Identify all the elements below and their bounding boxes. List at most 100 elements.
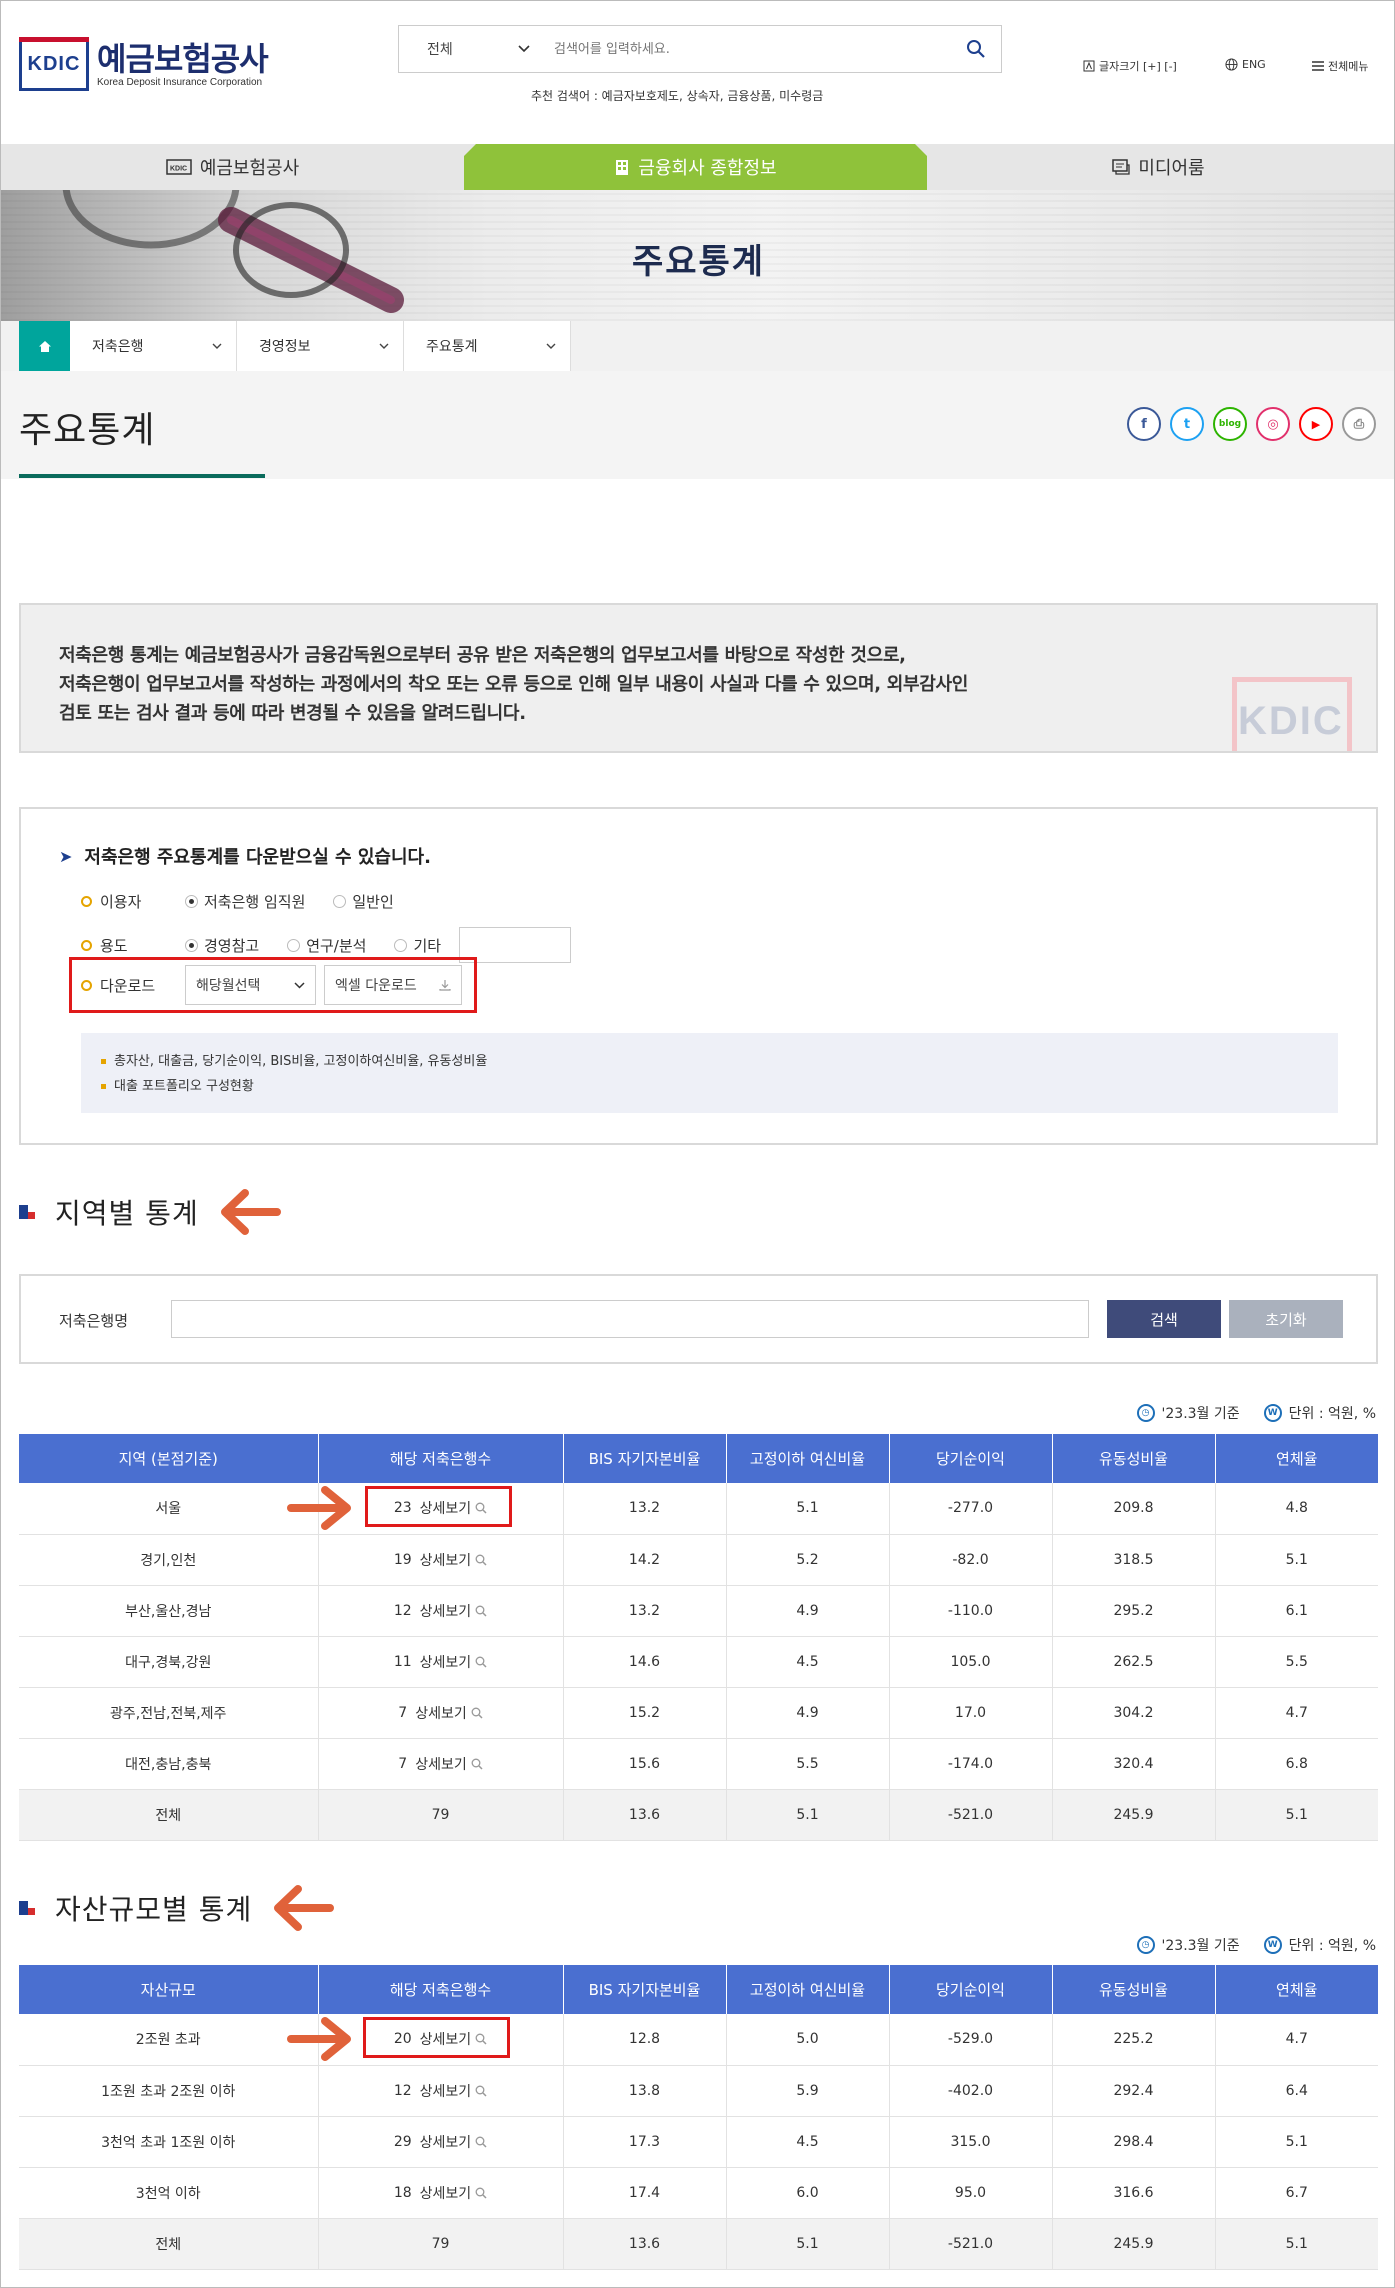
kdic-logo-mark: KDIC [19, 37, 89, 91]
search-scope-select[interactable]: 전체 [399, 39, 554, 59]
detail-view-label: 상세보기 [415, 1756, 467, 1773]
table-cell-bis: 13.6 [563, 1789, 727, 1841]
bullet-ring-icon [81, 896, 92, 907]
clock-icon: ◷ [1136, 1404, 1155, 1422]
breadcrumb-item-management-info[interactable]: 경영정보 [237, 321, 404, 371]
youtube-icon[interactable]: ▶ [1299, 407, 1333, 441]
search-input[interactable] [554, 41, 951, 57]
banner-title: 주요통계 [631, 242, 766, 282]
table-cell-delin: 5.1 [1215, 1789, 1378, 1841]
table-total-row: 전체 79 13.6 5.1 -521.0 245.9 5.1 [19, 1789, 1378, 1841]
gnb-item-financial-info[interactable]: 금융회사 종합정보 [464, 144, 927, 190]
gnb-item-kdic[interactable]: KDIC 예금보험공사 [1, 144, 464, 190]
table-cell-delin: 4.7 [1215, 1687, 1378, 1739]
breadcrumb-item-key-statistics[interactable]: 주요통계 [404, 321, 571, 371]
font-size-control[interactable]: 글자크기 [+] [-] [1083, 58, 1177, 74]
table-cell-delin: 4.8 [1215, 1483, 1378, 1535]
table-cell-liq: 245.9 [1052, 2218, 1216, 2270]
detail-view-link[interactable]: 상세보기 [420, 1550, 488, 1570]
table-cell-liq: 304.2 [1052, 1687, 1216, 1739]
table-cell-npl: 4.5 [726, 1636, 890, 1688]
table-cell-name: 대구,경북,강원 [19, 1636, 319, 1688]
reset-button[interactable]: 초기화 [1229, 1300, 1343, 1338]
table-cell-npl: 5.2 [726, 1534, 890, 1586]
column-header: 유동성비율 [1052, 1434, 1216, 1483]
bank-count: 12 [393, 1602, 412, 1619]
radio-management-reference[interactable]: 경영참고 [185, 935, 259, 956]
chevron-down-icon [212, 343, 222, 349]
twitter-icon[interactable]: t [1170, 407, 1204, 441]
magnifier-icon [475, 2136, 487, 2148]
page-banner: 주요통계 [1, 190, 1394, 321]
svg-text:KDIC: KDIC [170, 166, 187, 173]
bank-count: 18 [393, 2184, 412, 2201]
table-cell-count: 11 상세보기 [318, 1636, 564, 1688]
column-header: 유동성비율 [1052, 1965, 1216, 2014]
table-cell-delin: 5.5 [1215, 1636, 1378, 1688]
global-nav: KDIC 예금보험공사 금융회사 종합정보 미디어룸 [1, 144, 1394, 190]
magnifier-icon [471, 1758, 483, 1770]
language-toggle[interactable]: ENG [1225, 58, 1266, 71]
detail-view-link[interactable]: 상세보기 [420, 2132, 488, 2152]
table-cell-income: -521.0 [889, 2218, 1053, 2270]
site-logo[interactable]: KDIC 예금보험공사 Korea Deposit Insurance Corp… [19, 37, 269, 91]
table-cell-bis: 17.4 [563, 2167, 727, 2219]
all-menu-button[interactable]: 전체메뉴 [1312, 58, 1368, 74]
detail-view-link[interactable]: 상세보기 [420, 1652, 488, 1672]
column-header: 연체율 [1215, 1965, 1378, 2014]
radio-savings-bank-staff[interactable]: 저축은행 임직원 [185, 891, 305, 912]
table-row: 경기,인천 19 상세보기 14.2 5.2 -82.0 318.5 5.1 [19, 1534, 1378, 1586]
blog-icon[interactable]: blog [1213, 407, 1247, 441]
bank-count: 29 [393, 2133, 412, 2150]
instagram-icon[interactable]: ◎ [1256, 407, 1290, 441]
search-button[interactable] [951, 39, 1001, 59]
hamburger-icon [1312, 61, 1324, 71]
radio-other[interactable]: 기타 [394, 935, 441, 956]
detail-view-link[interactable]: 상세보기 [420, 1601, 488, 1621]
clock-icon: ◷ [1136, 1936, 1155, 1954]
detail-view-link[interactable]: 상세보기 [415, 1754, 483, 1774]
magnifier-icon [475, 2187, 487, 2199]
radio-research[interactable]: 연구/분석 [287, 935, 366, 956]
detail-view-link[interactable]: 상세보기 [420, 2183, 488, 2203]
table-cell-count: 79 [318, 2218, 564, 2270]
bank-count: 7 [398, 1755, 408, 1772]
table-cell-npl: 5.1 [726, 2218, 890, 2270]
table-cell-count: 19 상세보기 [318, 1534, 564, 1586]
table-cell-liq: 262.5 [1052, 1636, 1216, 1688]
bank-count: 7 [398, 1704, 408, 1721]
search-button[interactable]: 검색 [1107, 1300, 1221, 1338]
table-cell-liq: 320.4 [1052, 1738, 1216, 1790]
table-cell-npl: 5.5 [726, 1738, 890, 1790]
detail-view-link[interactable]: 상세보기 [420, 2081, 488, 2101]
home-button[interactable] [19, 321, 70, 371]
table-cell-npl: 5.0 [726, 2014, 890, 2066]
table-cell-income: -174.0 [889, 1738, 1053, 1790]
recommended-keywords[interactable]: 추천 검색어 : 예금자보호제도, 상속자, 금융상품, 미수령금 [531, 87, 823, 104]
gnb-item-media[interactable]: 미디어룸 [927, 144, 1390, 190]
table-cell-bis: 15.2 [563, 1687, 727, 1739]
radio-general-public[interactable]: 일반인 [333, 891, 394, 912]
detail-view-label: 상세보기 [419, 2185, 472, 2202]
column-header: 지역 (본점기준) [19, 1434, 319, 1483]
detail-view-label: 상세보기 [419, 2134, 472, 2151]
table-cell-name: 전체 [19, 1789, 319, 1841]
logo-english-name: Korea Deposit Insurance Corporation [97, 76, 263, 88]
download-info-list: 총자산, 대출금, 당기순이익, BIS비율, 고정이하여신비율, 유동성비율 … [81, 1033, 1338, 1113]
breadcrumb-item-savings-bank[interactable]: 저축은행 [70, 321, 237, 371]
table-cell-npl: 4.9 [726, 1687, 890, 1739]
table-row: 1조원 초과 2조원 이하 12 상세보기 13.8 5.9 -402.0 292.4 6.4 [19, 2065, 1378, 2117]
print-icon[interactable]: ⎙ [1342, 407, 1376, 441]
table-row: 광주,전남,전북,제주 7 상세보기 15.2 4.9 17.0 304.2 4.7 [19, 1687, 1378, 1739]
kdic-icon: KDIC [166, 159, 192, 175]
bank-name-input[interactable] [171, 1300, 1089, 1338]
detail-view-link[interactable]: 상세보기 [415, 1703, 483, 1723]
table-cell-delin: 5.1 [1215, 2218, 1378, 2270]
table-cell-bis: 13.2 [563, 1483, 727, 1535]
facebook-icon[interactable]: f [1127, 407, 1161, 441]
table-cell-name: 전체 [19, 2218, 319, 2270]
table-cell-liq: 245.9 [1052, 1789, 1216, 1841]
home-icon [38, 340, 51, 352]
download-heading: ➤ 저축은행 주요통계를 다운받으실 수 있습니다. [59, 846, 431, 869]
table-cell-bis: 13.6 [563, 2218, 727, 2270]
